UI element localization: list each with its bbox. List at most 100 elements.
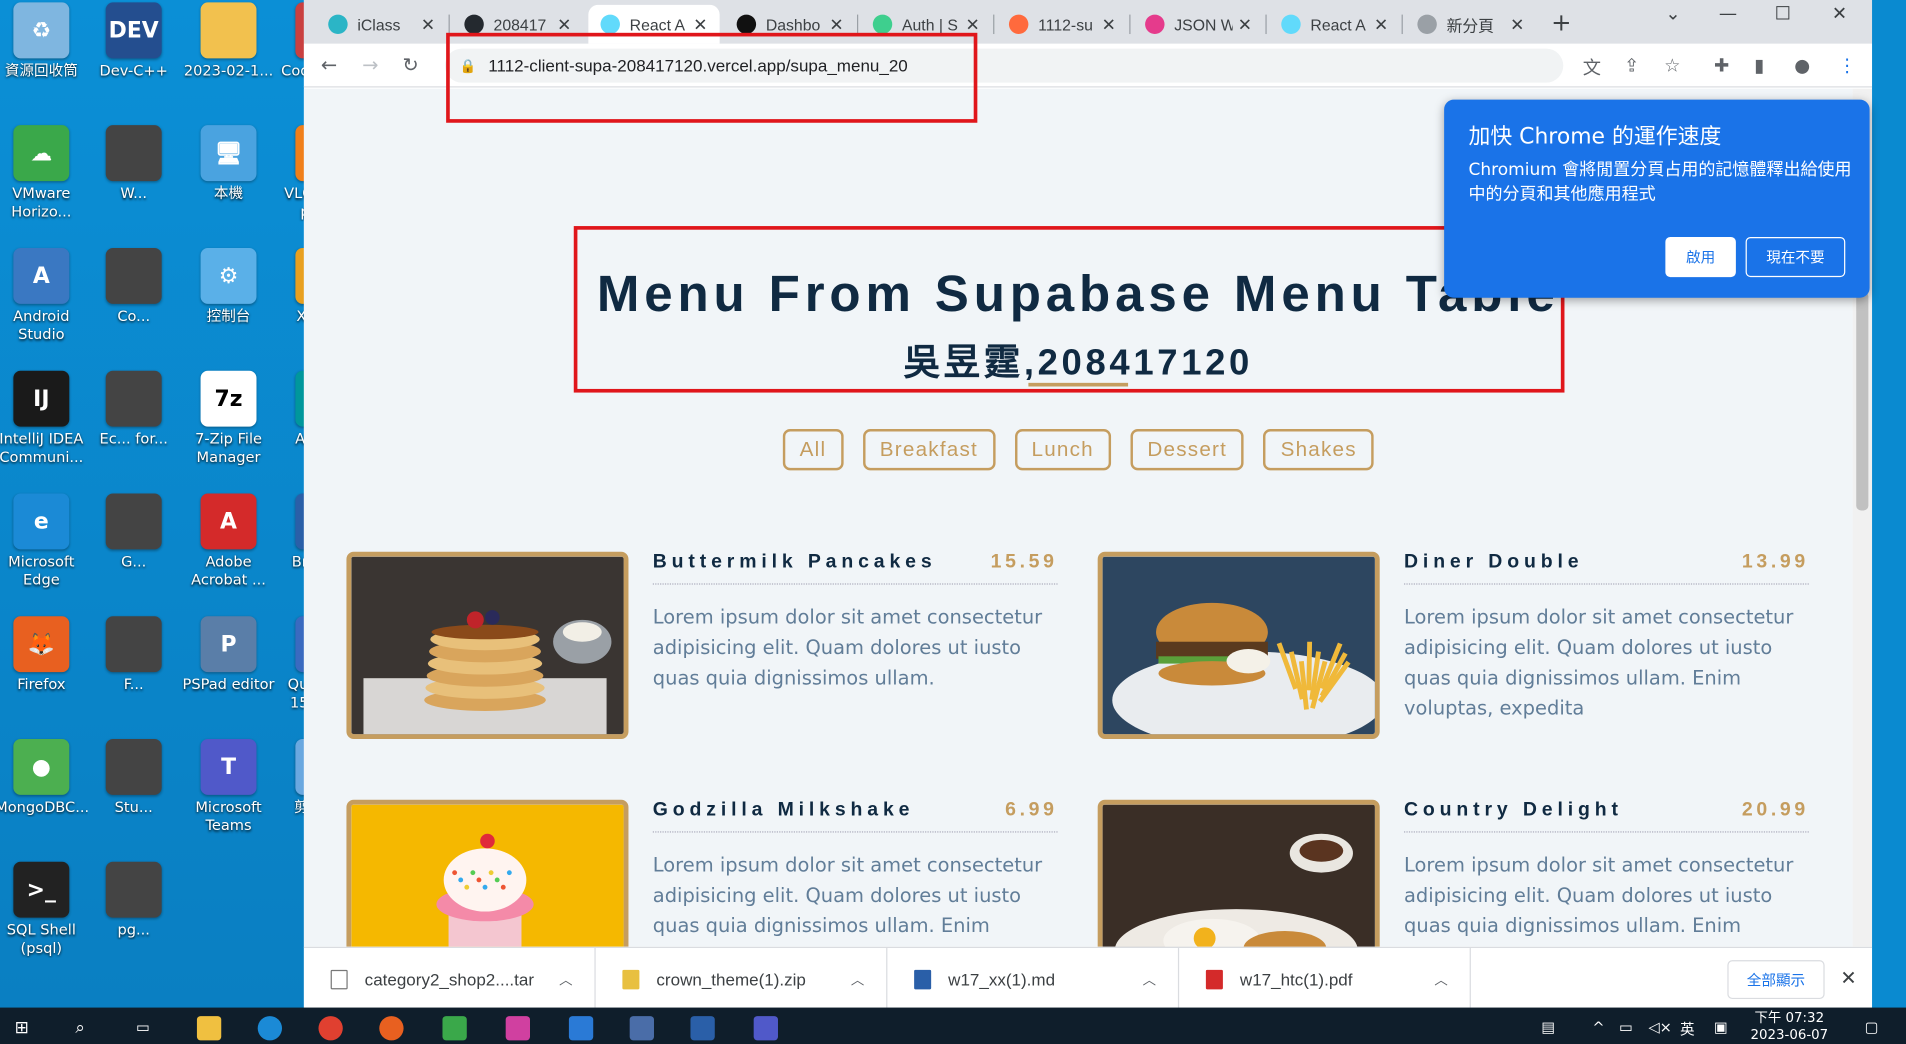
- scrollbar-thumb[interactable]: [1856, 291, 1869, 511]
- news-icon[interactable]: ▤: [1541, 1019, 1555, 1036]
- desktop-icon[interactable]: Ec... for...: [89, 370, 179, 449]
- tab-close-icon[interactable]: ✕: [1510, 14, 1524, 35]
- network-icon[interactable]: ▭: [1619, 1019, 1633, 1036]
- tab-search-icon[interactable]: ⌄: [1665, 2, 1680, 24]
- clock[interactable]: 下午 07:32 2023-06-07: [1750, 1010, 1828, 1044]
- task-view-icon[interactable]: ▭: [136, 1019, 150, 1036]
- browser-tab[interactable]: JSON W ✕: [1133, 5, 1264, 44]
- download-item[interactable]: w17_xx(1).md ︿: [887, 948, 1180, 1012]
- tab-favicon-icon: [736, 14, 757, 35]
- desktop-icon[interactable]: ● MongoDBC...: [0, 738, 88, 817]
- desktop-icon[interactable]: ⚙ 控制台: [184, 247, 274, 326]
- desktop-icon[interactable]: Stu...: [89, 738, 179, 817]
- chevron-up-icon[interactable]: ︿: [851, 970, 864, 989]
- bookmark-star-icon[interactable]: ☆: [1664, 55, 1680, 77]
- chevron-up-icon[interactable]: ︿: [559, 970, 572, 989]
- chevron-up-icon[interactable]: ︿: [1143, 970, 1156, 989]
- menu-kebab-icon[interactable]: ⋮: [1838, 55, 1856, 77]
- forward-icon[interactable]: →: [362, 53, 378, 76]
- app-icon: [105, 125, 162, 182]
- tab-close-icon[interactable]: ✕: [421, 14, 435, 35]
- share-icon[interactable]: ⇪: [1624, 55, 1639, 77]
- desktop-icon[interactable]: 🦊 Firefox: [0, 616, 86, 694]
- reload-icon[interactable]: ↻: [402, 53, 418, 76]
- filter-button-lunch[interactable]: Lunch: [1014, 429, 1111, 471]
- chrome-taskbar-icon[interactable]: [318, 1016, 343, 1041]
- desktop-icon[interactable]: A Android Studio: [0, 247, 86, 344]
- browser-tab[interactable]: iClass ✕: [316, 5, 447, 44]
- desktop-icon[interactable]: 7z 7-Zip File Manager: [184, 370, 274, 467]
- maximize-icon[interactable]: ☐: [1775, 2, 1791, 24]
- desktop-icon[interactable]: ☁ VMware Horizo...: [0, 125, 86, 221]
- tab-close-icon[interactable]: ✕: [966, 14, 980, 35]
- explorer-icon[interactable]: [196, 1016, 222, 1041]
- desktop-icon[interactable]: >_ SQL Shell (psql): [0, 861, 86, 958]
- desktop-icon[interactable]: DEV Dev-C++: [89, 2, 179, 80]
- side-panel-icon[interactable]: ▮: [1754, 55, 1764, 77]
- window-close-icon[interactable]: ✕: [1832, 2, 1847, 24]
- desktop-icon[interactable]: W...: [89, 125, 179, 203]
- file-icon: [330, 969, 348, 990]
- desktop-icon-label: 7-Zip File Manager: [195, 430, 262, 466]
- start-icon[interactable]: ⊞: [15, 1019, 29, 1038]
- download-item[interactable]: crown_theme(1).zip ︿: [596, 948, 888, 1012]
- desktop-icon[interactable]: IJ IntelliJ IDEA Communi...: [0, 370, 86, 467]
- desktop-icon-label: VMware Horizo...: [11, 184, 72, 220]
- tab-close-icon[interactable]: ✕: [1102, 14, 1116, 35]
- edge-taskbar-icon[interactable]: [257, 1016, 283, 1041]
- desktop-icon[interactable]: G...: [89, 493, 179, 571]
- desktop-icon[interactable]: T Microsoft Teams: [184, 738, 274, 835]
- desktop-icon[interactable]: F...: [89, 616, 179, 694]
- sourcetree-icon[interactable]: [442, 1016, 467, 1041]
- ime-indicator[interactable]: 英: [1680, 1019, 1695, 1040]
- firefox-taskbar-icon[interactable]: [379, 1016, 404, 1041]
- back-icon[interactable]: ←: [321, 53, 337, 76]
- brackets-taskbar-icon[interactable]: [690, 1016, 715, 1041]
- vscode-icon[interactable]: [568, 1016, 594, 1041]
- download-item[interactable]: category2_shop2....tar ︿: [304, 948, 596, 1012]
- desktop-icon[interactable]: A Adobe Acrobat ...: [184, 493, 274, 589]
- volume-muted-icon[interactable]: ◁×: [1648, 1019, 1671, 1036]
- desktop-icon[interactable]: Co...: [89, 247, 179, 326]
- download-item[interactable]: w17_htc(1).pdf ︿: [1179, 948, 1471, 1012]
- chevron-up-icon[interactable]: ︿: [1434, 970, 1447, 989]
- teams-taskbar-icon[interactable]: [753, 1016, 778, 1041]
- filter-button-all[interactable]: All: [782, 429, 844, 471]
- search-icon[interactable]: ⌕: [75, 1019, 85, 1038]
- app-icon: [105, 616, 162, 673]
- browser-tab[interactable]: 新分頁 ✕: [1405, 5, 1536, 44]
- enable-button[interactable]: 啟用: [1665, 237, 1736, 278]
- app-taskbar-icon[interactable]: [505, 1016, 531, 1041]
- postgres-icon[interactable]: [629, 1016, 654, 1041]
- desktop-icon[interactable]: ♻ 資源回收筒: [0, 2, 86, 80]
- show-all-downloads-button[interactable]: 全部顯示: [1727, 960, 1825, 1000]
- tab-close-icon[interactable]: ✕: [829, 14, 843, 35]
- desktop-icon[interactable]: 2023-02-1...: [184, 2, 274, 80]
- extensions-icon[interactable]: ✚: [1714, 55, 1729, 77]
- filter-button-shakes[interactable]: Shakes: [1263, 429, 1374, 471]
- notification-icon[interactable]: ▢: [1865, 1019, 1879, 1036]
- app-icon: [105, 370, 162, 427]
- profile-icon[interactable]: ●: [1794, 55, 1810, 77]
- new-tab-button[interactable]: +: [1551, 7, 1571, 36]
- browser-tab[interactable]: React A ✕: [1269, 5, 1400, 44]
- desktop-icon[interactable]: e Microsoft Edge: [0, 493, 86, 589]
- ime-mode-icon[interactable]: ▣: [1714, 1019, 1728, 1036]
- desktop: ♻資源回收筒DEVDev-C++2023-02-1...CodeBlocks☁V…: [0, 0, 366, 1008]
- desktop-icon[interactable]: pg...: [89, 861, 179, 940]
- tab-close-icon[interactable]: ✕: [1374, 14, 1388, 35]
- translate-icon[interactable]: 文: [1583, 55, 1601, 81]
- desktop-icon[interactable]: P PSPad editor: [183, 616, 275, 694]
- tray-chevron-icon[interactable]: ^: [1592, 1019, 1604, 1036]
- tab-close-icon[interactable]: ✕: [1238, 14, 1252, 35]
- desktop-icon[interactable]: 🖥 本機: [184, 125, 274, 203]
- tab-favicon-icon: [600, 14, 620, 35]
- not-now-button[interactable]: 現在不要: [1745, 237, 1846, 278]
- download-bar-close-icon[interactable]: ✕: [1840, 966, 1856, 989]
- minimize-icon[interactable]: —: [1719, 2, 1737, 24]
- filter-button-dessert[interactable]: Dessert: [1130, 429, 1245, 471]
- browser-tab[interactable]: 1112-su ✕: [997, 5, 1128, 44]
- tab-close-icon[interactable]: ✕: [693, 14, 707, 35]
- filter-button-breakfast[interactable]: Breakfast: [862, 429, 996, 471]
- tab-close-icon[interactable]: ✕: [557, 14, 571, 35]
